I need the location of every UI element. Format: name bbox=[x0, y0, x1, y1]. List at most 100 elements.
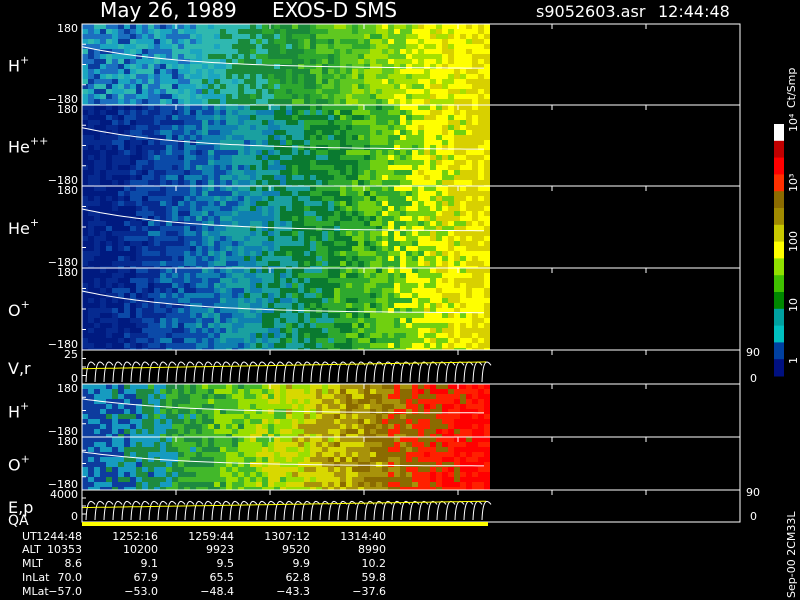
spectrogram-cell bbox=[286, 160, 292, 165]
spectrogram-cell bbox=[136, 34, 142, 39]
spectrogram-cell bbox=[178, 145, 184, 150]
spectrogram-cell bbox=[244, 99, 250, 104]
spectrogram-cell bbox=[238, 221, 244, 226]
spectrogram-cell bbox=[274, 211, 280, 216]
spectrogram-cell bbox=[370, 293, 376, 298]
spectrogram-cell bbox=[202, 328, 208, 333]
spectrogram-cell bbox=[196, 333, 202, 338]
spectrogram-cell bbox=[334, 268, 340, 273]
spectrogram-cell bbox=[190, 424, 196, 429]
spectrogram-cell bbox=[238, 206, 244, 211]
panel-h-plus-2: H+180−180 bbox=[8, 382, 741, 438]
spectrogram-cell bbox=[472, 105, 478, 110]
spectrogram-cell bbox=[280, 293, 286, 298]
spectrogram-cell bbox=[310, 99, 316, 104]
spectrogram-cell bbox=[430, 338, 436, 343]
spectrogram-cell bbox=[136, 236, 142, 241]
spectrogram-cell bbox=[376, 303, 382, 308]
spectrogram-cell bbox=[430, 288, 436, 293]
spectrogram-cell bbox=[160, 313, 166, 318]
spectrogram-cell bbox=[130, 125, 136, 130]
spectrogram-cell bbox=[322, 99, 328, 104]
spectrogram-cell bbox=[460, 236, 466, 241]
spectrogram-cell bbox=[262, 216, 268, 221]
spectrogram-cell bbox=[400, 89, 406, 94]
spectrogram-cell bbox=[340, 226, 346, 231]
spectrogram-cell bbox=[430, 29, 436, 34]
spectrogram-cell bbox=[124, 389, 130, 394]
spectrogram-cell bbox=[388, 278, 394, 283]
spectrogram-cell bbox=[280, 39, 286, 44]
spectrogram-cell bbox=[88, 120, 94, 125]
spectrogram-cell bbox=[388, 318, 394, 323]
spectrogram-cell bbox=[130, 246, 136, 251]
spectrogram-cell bbox=[166, 308, 172, 313]
spectrogram-cell bbox=[364, 34, 370, 39]
spectrogram-cell bbox=[196, 273, 202, 278]
spectrogram-cell bbox=[316, 298, 322, 303]
spectrogram-cell bbox=[316, 180, 322, 185]
spectrogram-cell bbox=[484, 84, 490, 89]
spectrogram-cell bbox=[178, 84, 184, 89]
spectrogram-cell bbox=[388, 29, 394, 34]
spectrogram-cell bbox=[190, 44, 196, 49]
spectrogram-cell bbox=[442, 125, 448, 130]
spectrogram-cell bbox=[388, 201, 394, 206]
spectrogram-cell bbox=[334, 24, 340, 29]
spectrogram-cell bbox=[244, 283, 250, 288]
spectrogram-cell bbox=[118, 94, 124, 99]
spectrogram-cell bbox=[112, 34, 118, 39]
spectrogram-cell bbox=[292, 251, 298, 256]
spectrogram-cell bbox=[148, 323, 154, 328]
spectrogram-cell bbox=[172, 298, 178, 303]
spectrogram-cell bbox=[88, 150, 94, 155]
spectrogram-cell bbox=[418, 180, 424, 185]
spectrogram-cell bbox=[430, 261, 436, 266]
spectrogram-cell bbox=[160, 110, 166, 115]
spectrogram-cell bbox=[430, 196, 436, 201]
spectrogram-cell bbox=[112, 409, 118, 414]
spectrogram-cell bbox=[436, 231, 442, 236]
spectrogram-cell bbox=[220, 283, 226, 288]
spectrogram-cell bbox=[394, 155, 400, 160]
spectrogram-cell bbox=[220, 308, 226, 313]
spectrogram-cell bbox=[430, 44, 436, 49]
spectrogram-cell bbox=[190, 69, 196, 74]
spectrogram-cell bbox=[370, 115, 376, 120]
spectrogram-cell bbox=[130, 424, 136, 429]
spectrogram-cell bbox=[322, 206, 328, 211]
spectrogram-cell bbox=[346, 79, 352, 84]
spectrogram-cell bbox=[208, 216, 214, 221]
spectrogram-cell bbox=[400, 323, 406, 328]
spectrogram-cell bbox=[310, 180, 316, 185]
spectrogram-cell bbox=[220, 196, 226, 201]
spectrogram-cell bbox=[346, 338, 352, 343]
spectrogram-cell bbox=[394, 206, 400, 211]
spectrogram-cell bbox=[226, 273, 232, 278]
spectrogram-cell bbox=[448, 283, 454, 288]
spectrogram-cell bbox=[484, 226, 490, 231]
spectrogram-cell bbox=[292, 241, 298, 246]
spectrogram-cell bbox=[406, 125, 412, 130]
spectrogram-cell bbox=[322, 268, 328, 273]
panel-label-sup: ++ bbox=[30, 135, 48, 148]
spectrogram-cell bbox=[142, 115, 148, 120]
spectrogram-cell bbox=[358, 318, 364, 323]
spectrogram-cell bbox=[184, 89, 190, 94]
spectrogram-cell bbox=[436, 135, 442, 140]
spectrogram-cell bbox=[478, 29, 484, 34]
spectrogram-cell bbox=[346, 125, 352, 130]
spectrogram-cell bbox=[244, 24, 250, 29]
spectrogram-cell bbox=[370, 175, 376, 180]
spectrogram-cell bbox=[202, 150, 208, 155]
spectrogram-cell bbox=[280, 303, 286, 308]
spectrogram-cell bbox=[376, 44, 382, 49]
spectrogram-cell bbox=[316, 318, 322, 323]
spectrogram-cell bbox=[118, 105, 124, 110]
spectrogram-cell bbox=[346, 261, 352, 266]
spectrogram-cell bbox=[472, 251, 478, 256]
spectrogram-cell bbox=[106, 419, 112, 424]
spectrogram-cell bbox=[100, 318, 106, 323]
spectrogram-cell bbox=[472, 256, 478, 261]
spectrogram-cell bbox=[250, 298, 256, 303]
